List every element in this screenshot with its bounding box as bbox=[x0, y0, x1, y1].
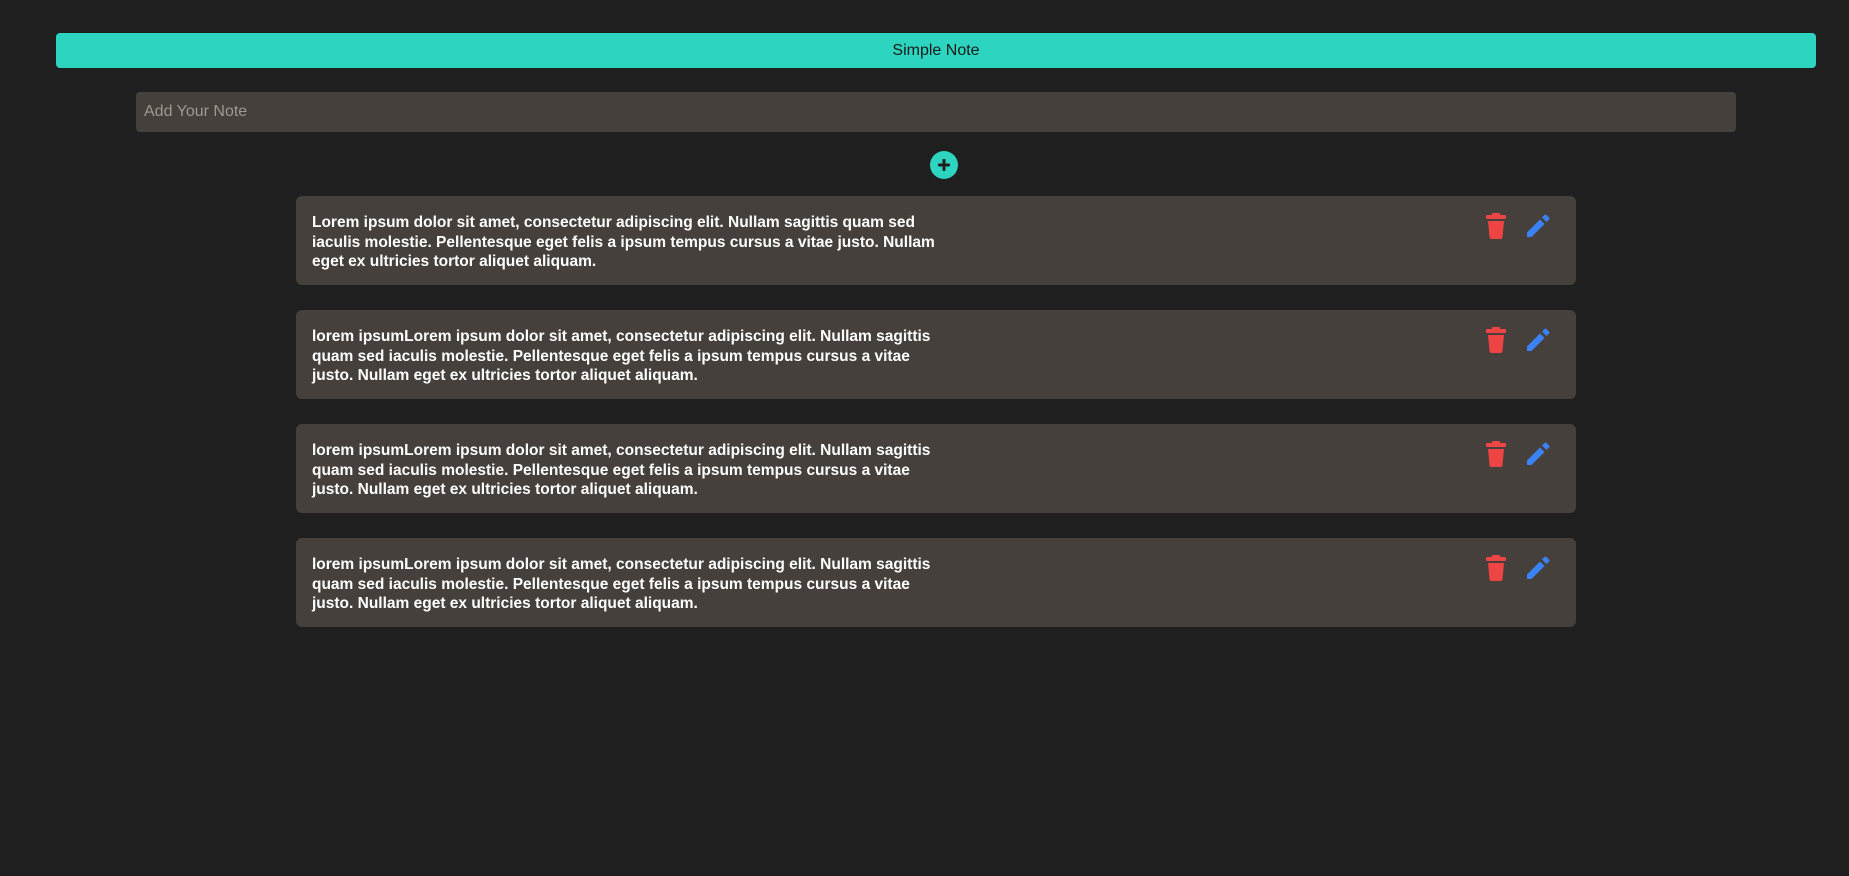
trash-icon bbox=[1486, 441, 1506, 467]
plus-icon bbox=[938, 159, 950, 171]
note-card: lorem ipsumLorem ipsum dolor sit amet, c… bbox=[296, 424, 1576, 513]
note-text: lorem ipsumLorem ipsum dolor sit amet, c… bbox=[312, 556, 931, 612]
delete-note-button[interactable] bbox=[1482, 212, 1510, 240]
note-actions bbox=[1482, 554, 1552, 582]
trash-icon bbox=[1486, 555, 1506, 581]
delete-note-button[interactable] bbox=[1482, 440, 1510, 468]
app-header: Simple Note bbox=[56, 33, 1816, 68]
delete-note-button[interactable] bbox=[1482, 554, 1510, 582]
edit-note-button[interactable] bbox=[1524, 326, 1552, 354]
edit-note-button[interactable] bbox=[1524, 440, 1552, 468]
trash-icon bbox=[1486, 213, 1506, 239]
note-actions bbox=[1482, 326, 1552, 354]
note-card: Lorem ipsum dolor sit amet, consectetur … bbox=[296, 196, 1576, 285]
add-note-button[interactable] bbox=[930, 151, 958, 179]
note-text: lorem ipsumLorem ipsum dolor sit amet, c… bbox=[312, 442, 931, 498]
note-actions bbox=[1482, 212, 1552, 240]
notes-list: Lorem ipsum dolor sit amet, consectetur … bbox=[296, 196, 1576, 652]
note-card: lorem ipsumLorem ipsum dolor sit amet, c… bbox=[296, 310, 1576, 399]
pencil-icon bbox=[1527, 214, 1550, 237]
app-title: Simple Note bbox=[892, 41, 980, 59]
edit-note-button[interactable] bbox=[1524, 212, 1552, 240]
simple-note-app: Simple Note Lorem ipsum dolor sit amet, … bbox=[0, 0, 1849, 876]
pencil-icon bbox=[1527, 442, 1550, 465]
edit-note-button[interactable] bbox=[1524, 554, 1552, 582]
delete-note-button[interactable] bbox=[1482, 326, 1510, 354]
pencil-icon bbox=[1527, 328, 1550, 351]
note-text: Lorem ipsum dolor sit amet, consectetur … bbox=[312, 214, 935, 270]
note-card: lorem ipsumLorem ipsum dolor sit amet, c… bbox=[296, 538, 1576, 627]
trash-icon bbox=[1486, 327, 1506, 353]
note-input[interactable] bbox=[136, 92, 1736, 132]
note-text: lorem ipsumLorem ipsum dolor sit amet, c… bbox=[312, 328, 931, 384]
note-actions bbox=[1482, 440, 1552, 468]
pencil-icon bbox=[1527, 556, 1550, 579]
